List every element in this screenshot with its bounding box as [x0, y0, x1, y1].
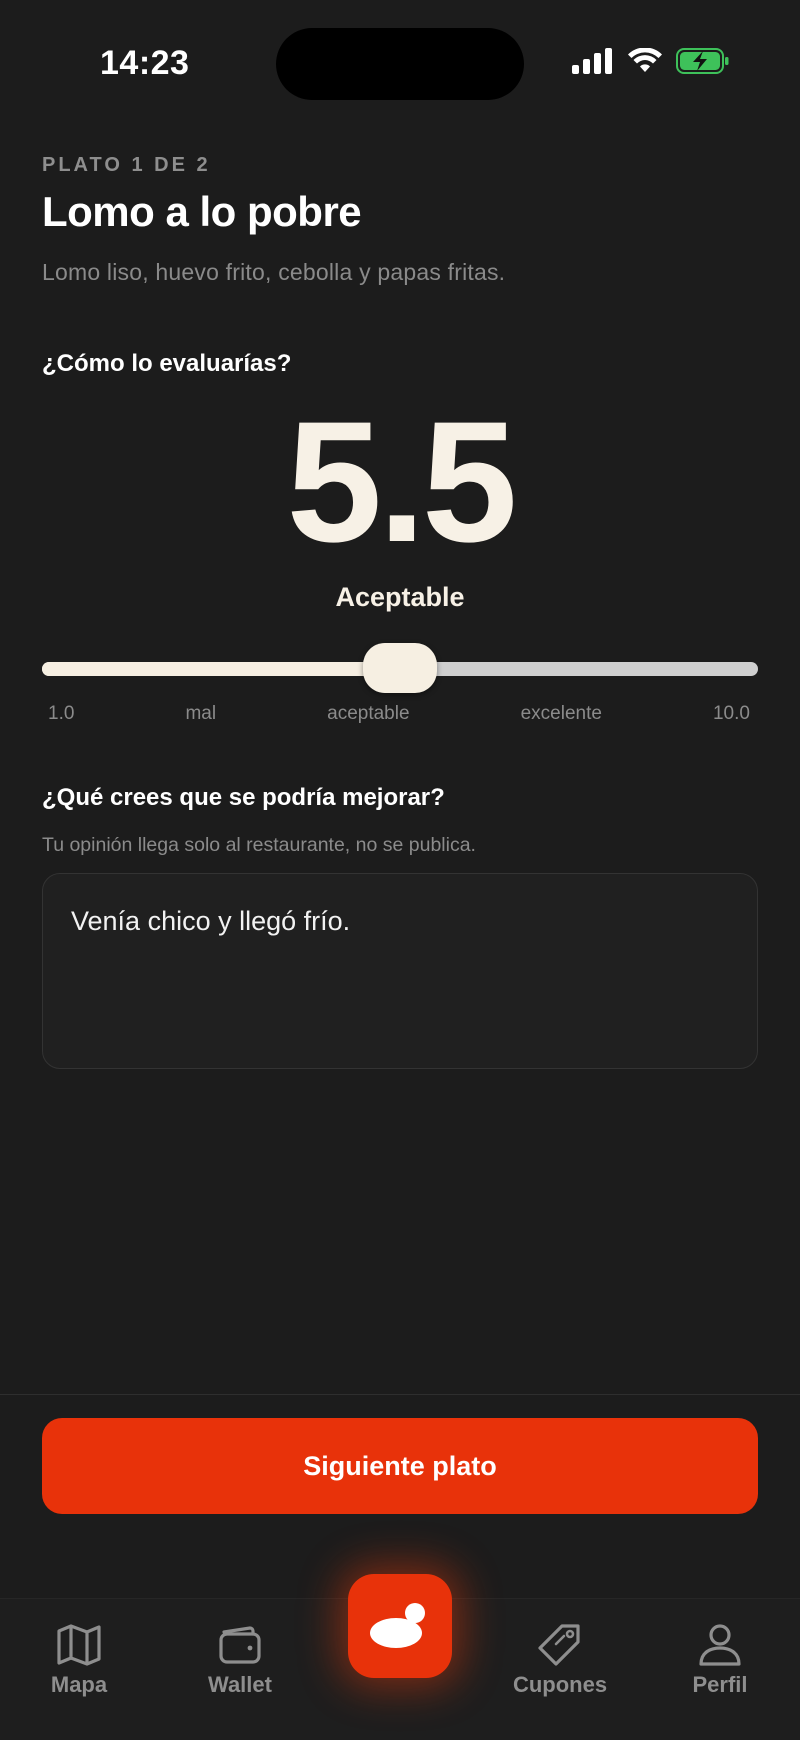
tab-map[interactable]: Mapa: [19, 1622, 139, 1698]
scale-label-max: 10.0: [712, 703, 750, 724]
dish-counter: PLATO 1 DE 2: [42, 154, 211, 176]
map-icon: [57, 1624, 101, 1666]
rating-slider-thumb[interactable]: [363, 643, 437, 693]
scale-label-min: 1.0: [48, 703, 75, 724]
scale-label-acceptable: aceptable: [327, 703, 410, 724]
rating-question: ¿Cómo lo evaluarías?: [42, 350, 292, 377]
rating-screen: 14:23 PLATO 1 DE 2 Lomo a lo pobre Lomo …: [0, 0, 800, 1740]
dynamic-island: [276, 28, 524, 100]
dish-description: Lomo liso, huevo frito, cebolla y papas …: [42, 259, 506, 285]
scale-label-excellent: excelente: [520, 703, 602, 724]
wifi-icon: [628, 48, 662, 72]
tag-icon: [538, 1624, 580, 1666]
cellular-signal-icon: [572, 48, 612, 74]
feedback-textarea[interactable]: Venía chico y llegó frío.: [42, 873, 758, 1069]
scale-label-bad: mal: [185, 703, 217, 724]
rating-score: 5.5: [286, 386, 517, 578]
center-action-button[interactable]: [348, 1574, 452, 1678]
tab-profile-label: Perfil: [692, 1672, 748, 1697]
rating-scale-labels: 1.0 mal aceptable excelente 10.0: [48, 703, 750, 725]
dish-title: Lomo a lo pobre: [42, 188, 362, 235]
tab-coupons-label: Cupones: [512, 1672, 608, 1697]
tab-wallet[interactable]: Wallet: [180, 1622, 300, 1698]
feedback-question: ¿Qué crees que se podría mejorar?: [42, 784, 445, 811]
rating-slider-fill: [42, 662, 400, 676]
person-icon: [699, 1624, 741, 1666]
status-icons: [572, 48, 730, 74]
wallet-icon: [219, 1626, 261, 1664]
status-time: 14:23: [100, 44, 190, 82]
tab-wallet-label: Wallet: [208, 1672, 272, 1697]
battery-charging-icon: [676, 48, 729, 74]
tab-coupons[interactable]: Cupones: [500, 1622, 620, 1698]
footer-divider: [0, 1394, 800, 1395]
tab-profile[interactable]: Perfil: [660, 1622, 780, 1698]
rating-label: Aceptable: [335, 582, 465, 612]
app-logo-icon: [370, 1603, 425, 1648]
tab-map-label: Mapa: [50, 1672, 108, 1697]
next-dish-button[interactable]: Siguiente plato: [42, 1418, 758, 1514]
feedback-hint: Tu opinión llega solo al restaurante, no…: [42, 834, 476, 856]
